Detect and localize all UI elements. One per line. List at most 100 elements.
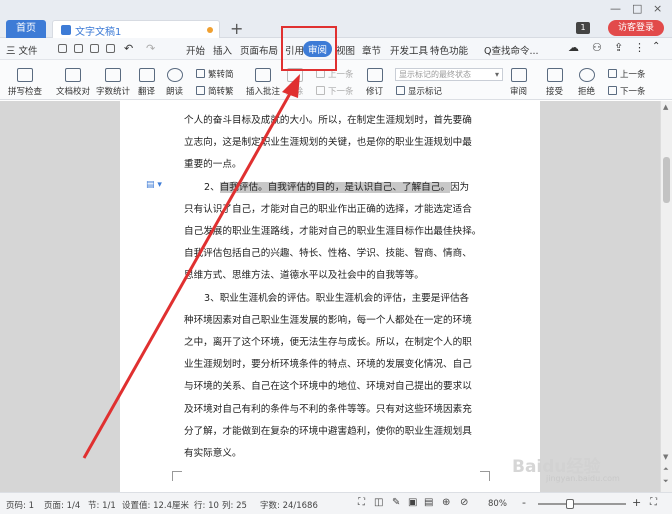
menu-layout[interactable]: 页面布局 xyxy=(240,43,278,57)
proofread-button[interactable]: 文档校对 xyxy=(56,68,90,97)
show-markup-button[interactable]: 显示标记 xyxy=(396,85,442,97)
web-view-icon[interactable]: ⊕ xyxy=(442,497,450,508)
paragraph-line[interactable]: 重要的一点。 xyxy=(184,156,242,170)
new-tab-button[interactable]: + xyxy=(230,19,243,38)
restore-button[interactable]: □ xyxy=(632,2,642,15)
reject-button[interactable]: 拒绝 xyxy=(578,68,595,97)
next-comment-button[interactable]: 下一条 xyxy=(316,85,354,97)
paragraph-marker-icon[interactable]: ▤ ▾ xyxy=(146,180,162,190)
menu-special[interactable]: 特色功能 xyxy=(430,43,468,57)
document-workspace[interactable]: 个人的奋斗目标及成就的大小。所以，在制定生涯规划时，首先要确 立志向，这是制定职… xyxy=(0,101,660,492)
paragraph-line[interactable]: 思维方式、思维方法、道德水平以及社会中的自我等等。 xyxy=(184,267,424,281)
track-changes-icon xyxy=(366,68,383,82)
collapse-ribbon-icon[interactable]: ⌃ xyxy=(652,41,660,52)
outline-view-icon[interactable]: ▤ xyxy=(424,497,433,508)
fit-window-icon[interactable]: ⛶ xyxy=(650,497,657,508)
spell-check-button[interactable]: 拼写检查 xyxy=(8,68,42,97)
paragraph-text: 因为 xyxy=(449,182,470,193)
export-icon[interactable] xyxy=(74,44,83,53)
eye-protect-icon[interactable]: ⊘ xyxy=(460,497,468,508)
document-icon xyxy=(61,25,71,35)
insert-comment-label: 插入批注 xyxy=(246,87,281,97)
minimize-button[interactable]: — xyxy=(610,2,621,15)
paragraph-line[interactable]: 业生涯规划时，要分析环境条件的特点、环境的发展变化情况、自己 xyxy=(184,356,472,370)
menu-file[interactable]: 三 文件 xyxy=(6,43,38,57)
zoom-in-button[interactable]: + xyxy=(632,496,641,509)
trad-simp-icon xyxy=(196,69,205,78)
page-view-icon[interactable]: ▣ xyxy=(408,497,417,508)
prev-change-button[interactable]: 上一条 xyxy=(608,68,646,80)
scroll-down-icon[interactable]: ▼ xyxy=(663,453,668,461)
delete-comment-label: 删除 xyxy=(286,87,304,97)
close-button[interactable]: × xyxy=(653,2,662,15)
simp-trad-label: 简转繁 xyxy=(208,87,234,97)
status-setting: 设置值: 12.4厘米 xyxy=(122,501,189,511)
review-pane-button[interactable]: 审阅 xyxy=(510,68,527,97)
translate-button[interactable]: 翻译 xyxy=(138,68,155,97)
cloud-icon[interactable]: ☁ xyxy=(568,41,579,54)
insert-comment-icon xyxy=(255,68,271,82)
menu-start[interactable]: 开始 xyxy=(186,43,205,57)
simp-trad-button[interactable]: 简转繁 xyxy=(196,85,234,97)
menu-developer[interactable]: 开发工具 xyxy=(390,43,428,57)
paragraph-line[interactable]: 立志向，这是制定职业生涯规划的关键，也是你的职业生涯规划中最 xyxy=(184,134,472,148)
word-count-button[interactable]: 字数统计 xyxy=(96,68,130,97)
more-icon[interactable]: ⋮ xyxy=(634,41,645,54)
paragraph-line[interactable]: 与环境的关系、自己在这个环境中的地位、环境对自己提出的要求以 xyxy=(184,378,472,392)
scrollbar-thumb[interactable] xyxy=(663,157,670,203)
selected-text[interactable]: 自我评估。自我评估的目的，是认识自己、了解自己。 xyxy=(219,182,450,193)
window-count-badge[interactable]: 1 xyxy=(576,22,590,34)
paragraph-line[interactable]: 种环境因素对自己职业生涯发展的影响，每一个人都处在一定的环境 xyxy=(184,312,472,326)
spell-check-icon xyxy=(17,68,33,82)
trad-simp-button[interactable]: 繁转简 xyxy=(196,68,234,80)
paragraph-line[interactable]: 个人的奋斗目标及成就的大小。所以，在制定生涯规划时，首先要确 xyxy=(184,112,472,126)
redo-icon[interactable]: ↷ xyxy=(146,42,155,55)
menu-insert[interactable]: 插入 xyxy=(213,43,232,57)
status-word-count[interactable]: 字数: 24/1686 xyxy=(260,499,318,511)
undo-icon[interactable]: ↶ xyxy=(124,42,133,55)
insert-comment-button[interactable]: 插入批注 xyxy=(246,68,280,97)
preview-icon[interactable] xyxy=(106,44,115,53)
delete-comment-button[interactable]: 删除 xyxy=(286,68,303,97)
read-aloud-button[interactable]: 朗读 xyxy=(166,68,183,97)
share-icon[interactable]: ⇪ xyxy=(614,41,623,54)
vertical-scrollbar[interactable]: ▲ ▼ ⏶ ⏷ xyxy=(660,101,672,492)
paragraph-line[interactable]: 只有认识了自己，才能对自己的职业作出正确的选择，才能选定适合 xyxy=(184,201,472,215)
word-count-label: 字数统计 xyxy=(96,87,131,97)
accept-icon xyxy=(546,68,563,82)
tab-document[interactable]: 文字文稿1 xyxy=(52,20,220,38)
fullscreen-icon[interactable]: ⛶ xyxy=(358,497,365,508)
proofread-label: 文档校对 xyxy=(56,87,91,97)
document-page[interactable]: 个人的奋斗目标及成就的大小。所以，在制定生涯规划时，首先要确 立志向，这是制定职… xyxy=(120,101,540,492)
paragraph-line[interactable]: 之中，离开了这个环境，便无法生存与成长。所以，在制定个人的职 xyxy=(184,334,472,348)
print-icon[interactable] xyxy=(90,44,99,53)
zoom-level[interactable]: 80% xyxy=(488,499,507,509)
save-icon[interactable] xyxy=(58,44,67,53)
share-user-icon[interactable]: ⚇ xyxy=(592,41,602,54)
next-change-button[interactable]: 下一条 xyxy=(608,85,646,97)
page-up-icon[interactable]: ⏶ xyxy=(663,465,669,474)
track-changes-button[interactable]: 修订 xyxy=(366,68,383,97)
menu-view[interactable]: 视图 xyxy=(336,43,355,57)
paragraph-line[interactable]: 自己发展的职业生涯路线，才能对自己的职业生涯目标作出最佳抉择。 xyxy=(184,223,481,237)
command-search[interactable]: Q查找命令... xyxy=(484,43,539,57)
markup-state-select[interactable]: 显示标记的最终状态 ▾ xyxy=(395,68,503,81)
status-pages[interactable]: 页面: 1/4 xyxy=(44,499,80,511)
edit-pen-icon[interactable]: ✎ xyxy=(392,497,400,508)
paragraph-line[interactable]: 3、职业生涯机会的评估。职业生涯机会的评估，主要是评估各 xyxy=(204,290,469,304)
page-down-icon[interactable]: ⏷ xyxy=(663,477,669,486)
zoom-out-button[interactable]: - xyxy=(522,496,526,509)
scroll-up-icon[interactable]: ▲ xyxy=(663,103,668,111)
guest-login-button[interactable]: 访客登录 xyxy=(608,20,664,36)
paragraph-line[interactable]: 分了解，才能做到在复杂的环境中避害趋利，使你的职业生涯规划具 xyxy=(184,423,472,437)
zoom-slider-handle[interactable] xyxy=(566,499,574,509)
reading-mode-icon[interactable]: ◫ xyxy=(374,497,383,508)
tab-home[interactable]: 首页 xyxy=(6,20,46,38)
paragraph-line[interactable]: 2、自我评估。自我评估的目的，是认识自己、了解自己。因为 xyxy=(204,179,469,193)
accept-button[interactable]: 接受 xyxy=(546,68,563,97)
paragraph-line[interactable]: 自我评估包括自己的兴趣、特长、性格、学识、技能、智商、情商、 xyxy=(184,245,472,259)
paragraph-line[interactable]: 有实际意义。 xyxy=(184,445,242,459)
menu-section[interactable]: 章节 xyxy=(362,43,381,57)
paragraph-line[interactable]: 及环境对自己有利的条件与不利的条件等等。只有对这些环境因素充 xyxy=(184,401,472,415)
zoom-slider[interactable] xyxy=(538,503,626,505)
